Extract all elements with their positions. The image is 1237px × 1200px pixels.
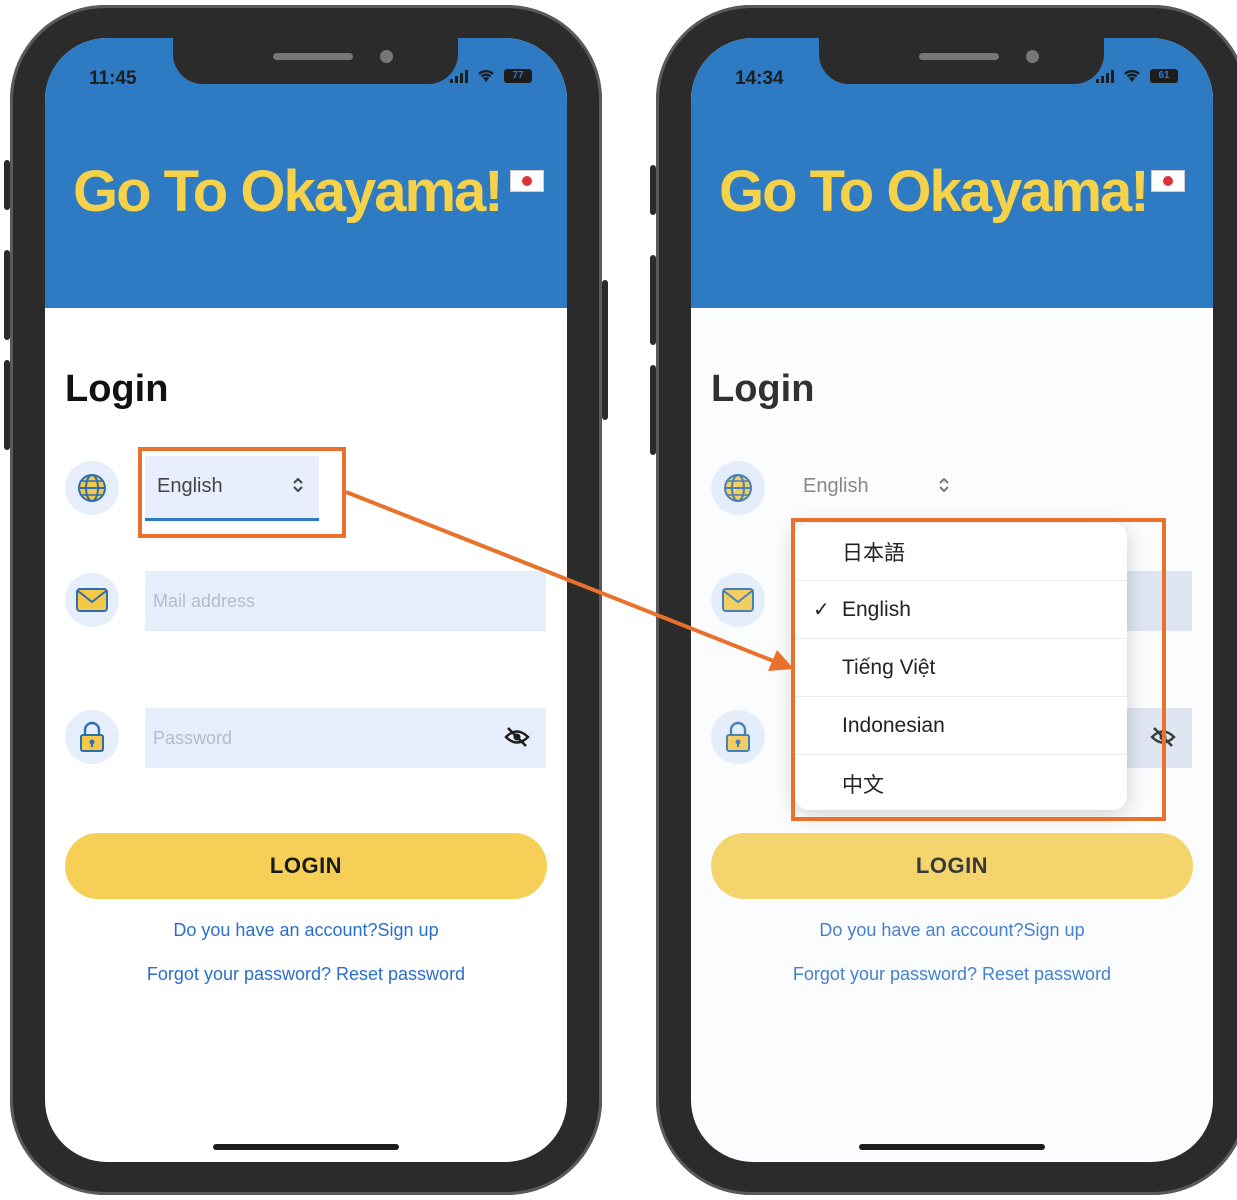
eye-slash-icon[interactable] <box>504 726 530 748</box>
lock-icon-badge <box>65 710 119 764</box>
reset-password-link[interactable]: Forgot your password? Reset password <box>147 964 465 984</box>
status-time: 11:45 <box>89 68 137 89</box>
front-camera <box>380 50 393 63</box>
phone-notch <box>173 38 458 84</box>
speaker-grille <box>919 53 999 60</box>
front-camera <box>1026 50 1039 63</box>
signal-icon <box>1096 69 1114 83</box>
app-title: Go To Okayama! <box>73 159 504 224</box>
speaker-grille <box>273 53 353 60</box>
phone-notch <box>819 38 1104 84</box>
phone-left-power-button <box>602 280 608 420</box>
password-input[interactable] <box>145 708 546 768</box>
battery-icon: 77 <box>504 68 532 83</box>
home-indicator[interactable] <box>213 1144 399 1150</box>
wifi-icon <box>1124 69 1140 82</box>
signup-row: Do you have an account?Sign up <box>45 920 567 941</box>
mail-input[interactable] <box>145 571 546 631</box>
globe-icon-badge <box>65 461 119 515</box>
home-indicator[interactable] <box>859 1144 1045 1150</box>
wifi-icon <box>478 69 494 82</box>
japan-flag-icon <box>1151 170 1185 192</box>
japan-flag-icon <box>510 170 544 192</box>
mail-icon <box>76 588 108 612</box>
mail-field[interactable] <box>145 571 546 631</box>
status-icons: 61 <box>1096 68 1178 83</box>
app-title: Go To Okayama! <box>719 159 1150 224</box>
password-field[interactable] <box>145 708 546 768</box>
login-button[interactable]: LOGIN <box>65 833 547 899</box>
dropdown-highlight <box>791 518 1166 821</box>
phone-left: 11:45 77 Go To Okayama! Login English Ma… <box>4 5 608 1195</box>
reset-row: Forgot your password? Reset password <box>45 964 567 985</box>
page-title: Login <box>65 368 169 410</box>
phone-left-screen: 11:45 77 Go To Okayama! Login English Ma… <box>45 38 567 1162</box>
lock-icon <box>80 721 104 752</box>
mail-icon-badge <box>65 573 119 627</box>
status-icons: 77 <box>450 68 532 83</box>
signal-icon <box>450 69 468 83</box>
status-time: 14:34 <box>735 68 784 89</box>
language-select-highlight <box>138 447 346 538</box>
battery-icon: 61 <box>1150 68 1178 83</box>
signup-link[interactable]: Do you have an account?Sign up <box>173 920 438 940</box>
globe-icon <box>78 474 106 502</box>
